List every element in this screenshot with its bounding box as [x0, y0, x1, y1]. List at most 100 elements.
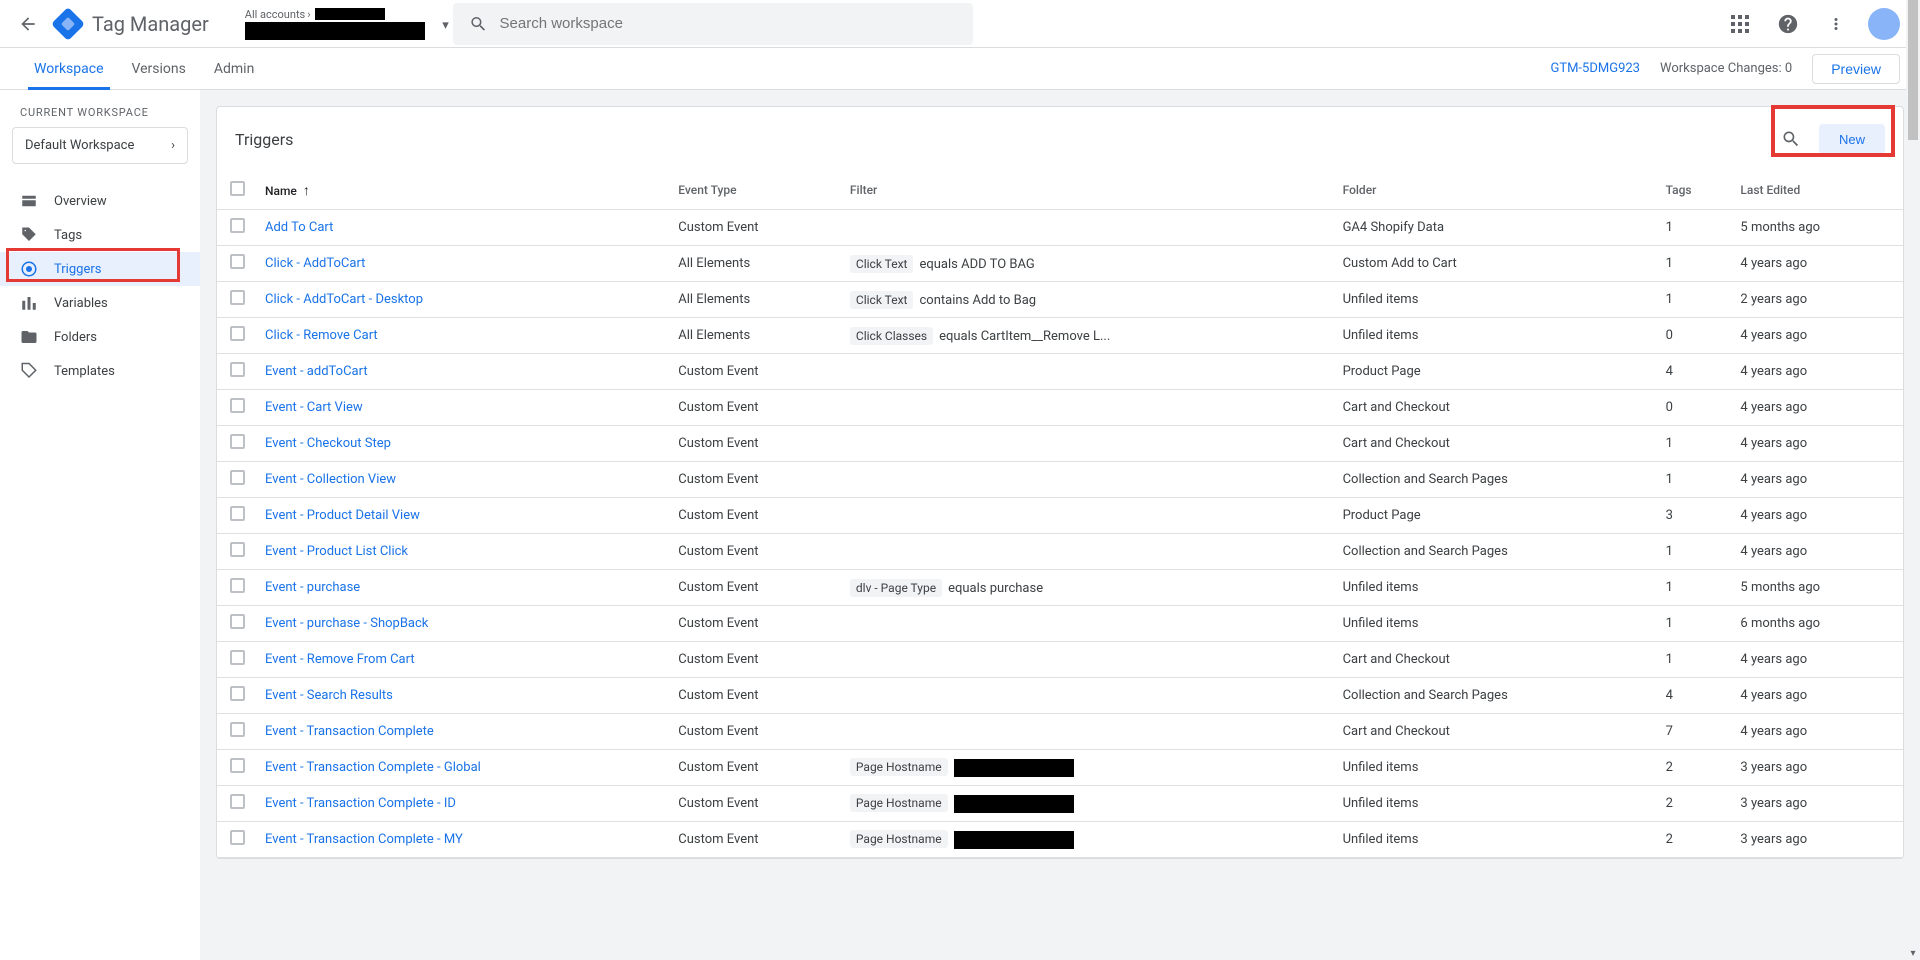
table-row[interactable]: Click - AddToCart - DesktopAll ElementsC…: [217, 282, 1903, 318]
help-button[interactable]: [1768, 4, 1808, 44]
trigger-name-link[interactable]: Event - purchase: [265, 580, 360, 595]
back-button[interactable]: [8, 4, 48, 44]
row-checkbox[interactable]: [230, 470, 245, 485]
trigger-name-link[interactable]: Event - Transaction Complete: [265, 724, 434, 739]
trigger-name-link[interactable]: Add To Cart: [265, 220, 333, 235]
row-checkbox[interactable]: [230, 542, 245, 557]
col-edited[interactable]: Last Edited: [1732, 171, 1903, 210]
trigger-name-link[interactable]: Event - Transaction Complete - MY: [265, 832, 463, 847]
table-row[interactable]: Event - Cart ViewCustom EventCart and Ch…: [217, 390, 1903, 426]
col-tags[interactable]: Tags: [1658, 171, 1733, 210]
more-menu-button[interactable]: [1816, 4, 1856, 44]
sidebar-item-overview[interactable]: Overview: [0, 184, 200, 218]
scrollbar[interactable]: ▾: [1906, 0, 1920, 960]
sidebar-item-variables[interactable]: Variables: [0, 286, 200, 320]
trigger-name-link[interactable]: Event - Collection View: [265, 472, 396, 487]
sidebar-item-templates[interactable]: Templates: [0, 354, 200, 388]
table-row[interactable]: Event - Transaction Complete - GlobalCus…: [217, 750, 1903, 786]
row-checkbox[interactable]: [230, 830, 245, 845]
table-row[interactable]: Event - Search ResultsCustom EventCollec…: [217, 678, 1903, 714]
tab-versions[interactable]: Versions: [118, 48, 200, 90]
product-name: Tag Manager: [92, 12, 209, 36]
panel-search-button[interactable]: [1771, 119, 1811, 159]
row-checkbox[interactable]: [230, 254, 245, 269]
apps-icon: [1731, 15, 1749, 33]
sidebar-item-triggers[interactable]: Triggers: [0, 252, 200, 286]
trigger-name-link[interactable]: Event - Remove From Cart: [265, 652, 415, 667]
trigger-name-link[interactable]: Event - Cart View: [265, 400, 363, 415]
row-checkbox[interactable]: [230, 290, 245, 305]
trigger-name-link[interactable]: Event - Search Results: [265, 688, 393, 703]
row-checkbox[interactable]: [230, 578, 245, 593]
filter-text: equals purchase: [948, 581, 1043, 596]
container-id[interactable]: GTM-5DMG923: [1550, 61, 1640, 76]
row-checkbox[interactable]: [230, 326, 245, 341]
trigger-name-link[interactable]: Event - Product List Click: [265, 544, 408, 559]
event-type: All Elements: [670, 246, 842, 282]
trigger-name-link[interactable]: Event - purchase - ShopBack: [265, 616, 428, 631]
row-checkbox[interactable]: [230, 758, 245, 773]
row-checkbox[interactable]: [230, 614, 245, 629]
scrollbar-down-icon[interactable]: ▾: [1906, 946, 1920, 960]
row-checkbox[interactable]: [230, 686, 245, 701]
last-edited: 4 years ago: [1732, 498, 1903, 534]
row-checkbox[interactable]: [230, 506, 245, 521]
tab-workspace[interactable]: Workspace: [20, 48, 118, 90]
col-event[interactable]: Event Type: [670, 171, 842, 210]
user-avatar[interactable]: [1868, 8, 1900, 40]
row-checkbox[interactable]: [230, 218, 245, 233]
table-row[interactable]: Event - purchase - ShopBackCustom EventU…: [217, 606, 1903, 642]
table-row[interactable]: Click - Remove CartAll ElementsClick Cla…: [217, 318, 1903, 354]
table-row[interactable]: Event - Transaction CompleteCustom Event…: [217, 714, 1903, 750]
tag-manager-logo-icon: [51, 7, 85, 41]
row-checkbox[interactable]: [230, 434, 245, 449]
table-row[interactable]: Add To CartCustom EventGA4 Shopify Data1…: [217, 210, 1903, 246]
row-checkbox[interactable]: [230, 794, 245, 809]
trigger-name-link[interactable]: Event - addToCart: [265, 364, 368, 379]
filter-cell: [842, 462, 1335, 498]
tab-admin[interactable]: Admin: [200, 48, 268, 90]
last-edited: 4 years ago: [1732, 462, 1903, 498]
table-row[interactable]: Click - AddToCartAll ElementsClick Texte…: [217, 246, 1903, 282]
trigger-name-link[interactable]: Click - AddToCart: [265, 256, 365, 271]
trigger-name-link[interactable]: Click - Remove Cart: [265, 328, 378, 343]
trigger-name-link[interactable]: Click - AddToCart - Desktop: [265, 292, 423, 307]
folder-cell: Cart and Checkout: [1335, 642, 1658, 678]
row-checkbox[interactable]: [230, 398, 245, 413]
trigger-name-link[interactable]: Event - Checkout Step: [265, 436, 391, 451]
table-row[interactable]: Event - addToCartCustom EventProduct Pag…: [217, 354, 1903, 390]
row-checkbox[interactable]: [230, 722, 245, 737]
table-row[interactable]: Event - Transaction Complete - MYCustom …: [217, 822, 1903, 858]
col-name[interactable]: Name↑: [257, 171, 670, 210]
tags-count: 1: [1658, 534, 1733, 570]
trigger-name-link[interactable]: Event - Product Detail View: [265, 508, 420, 523]
col-folder[interactable]: Folder: [1335, 171, 1658, 210]
row-checkbox[interactable]: [230, 362, 245, 377]
trigger-name-link[interactable]: Event - Transaction Complete - Global: [265, 760, 481, 775]
event-type: Custom Event: [670, 426, 842, 462]
sidebar-item-folders[interactable]: Folders: [0, 320, 200, 354]
col-filter[interactable]: Filter: [842, 171, 1335, 210]
search-input[interactable]: [500, 15, 957, 32]
row-checkbox[interactable]: [230, 650, 245, 665]
table-row[interactable]: Event - purchaseCustom Eventdlv - Page T…: [217, 570, 1903, 606]
table-row[interactable]: Event - Product Detail ViewCustom EventP…: [217, 498, 1903, 534]
table-row[interactable]: Event - Collection ViewCustom EventColle…: [217, 462, 1903, 498]
search-box[interactable]: [453, 3, 973, 45]
account-selector[interactable]: All accounts › ▾: [237, 4, 433, 44]
tags-count: 1: [1658, 570, 1733, 606]
select-all-checkbox[interactable]: [230, 181, 245, 196]
scrollbar-thumb[interactable]: [1908, 0, 1918, 140]
table-row[interactable]: Event - Remove From CartCustom EventCart…: [217, 642, 1903, 678]
sidebar-item-tags[interactable]: Tags: [0, 218, 200, 252]
trigger-name-link[interactable]: Event - Transaction Complete - ID: [265, 796, 456, 811]
preview-button[interactable]: Preview: [1812, 54, 1900, 84]
table-row[interactable]: Event - Checkout StepCustom EventCart an…: [217, 426, 1903, 462]
tags-count: 1: [1658, 462, 1733, 498]
table-row[interactable]: Event - Transaction Complete - IDCustom …: [217, 786, 1903, 822]
apps-button[interactable]: [1720, 4, 1760, 44]
new-trigger-button[interactable]: New: [1819, 124, 1885, 155]
table-row[interactable]: Event - Product List ClickCustom EventCo…: [217, 534, 1903, 570]
workspace-selector[interactable]: Default Workspace ›: [12, 127, 188, 164]
tags-count: 2: [1658, 750, 1733, 786]
